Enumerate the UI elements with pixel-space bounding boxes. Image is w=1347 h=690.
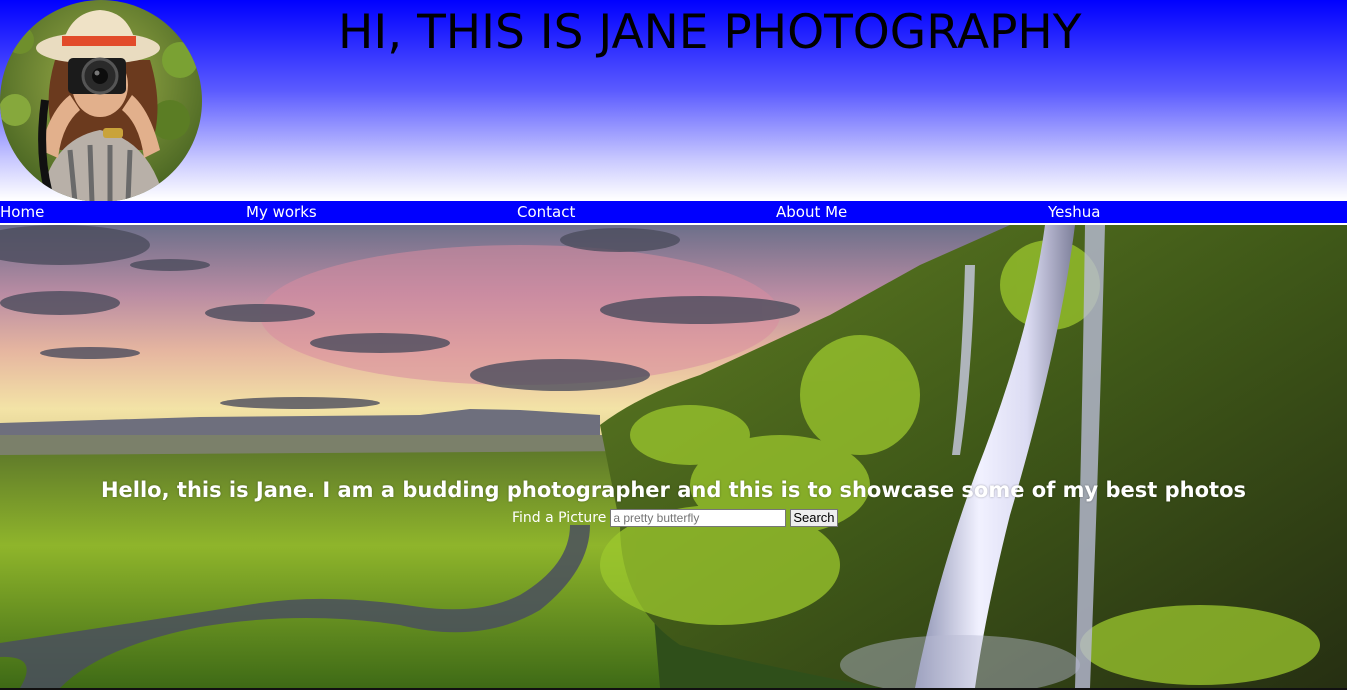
nav-link-contact[interactable]: Contact — [517, 201, 575, 223]
search-button[interactable]: Search — [790, 509, 838, 527]
hero-heading: Hello, this is Jane. I am a budding phot… — [100, 478, 1247, 502]
nav-link-my-works[interactable]: My works — [246, 201, 317, 223]
avatar — [0, 0, 202, 202]
nav-link-home[interactable]: Home — [0, 201, 44, 223]
search-form: Find a Picture Search — [512, 509, 838, 527]
landscape-waterfall-image — [0, 225, 1347, 688]
search-label: Find a Picture — [512, 510, 607, 526]
site-header: HI, THIS IS JANE PHOTOGRAPHY — [0, 0, 1347, 202]
main-nav: Home My works Contact About Me Yeshua — [0, 201, 1347, 225]
search-input[interactable] — [610, 509, 787, 527]
nav-link-about-me[interactable]: About Me — [776, 201, 847, 223]
page-title: HI, THIS IS JANE PHOTOGRAPHY — [338, 5, 1082, 60]
photographer-avatar-image — [0, 0, 202, 202]
nav-link-yeshua[interactable]: Yeshua — [1048, 201, 1100, 223]
hero-section: Hello, this is Jane. I am a budding phot… — [0, 225, 1347, 688]
